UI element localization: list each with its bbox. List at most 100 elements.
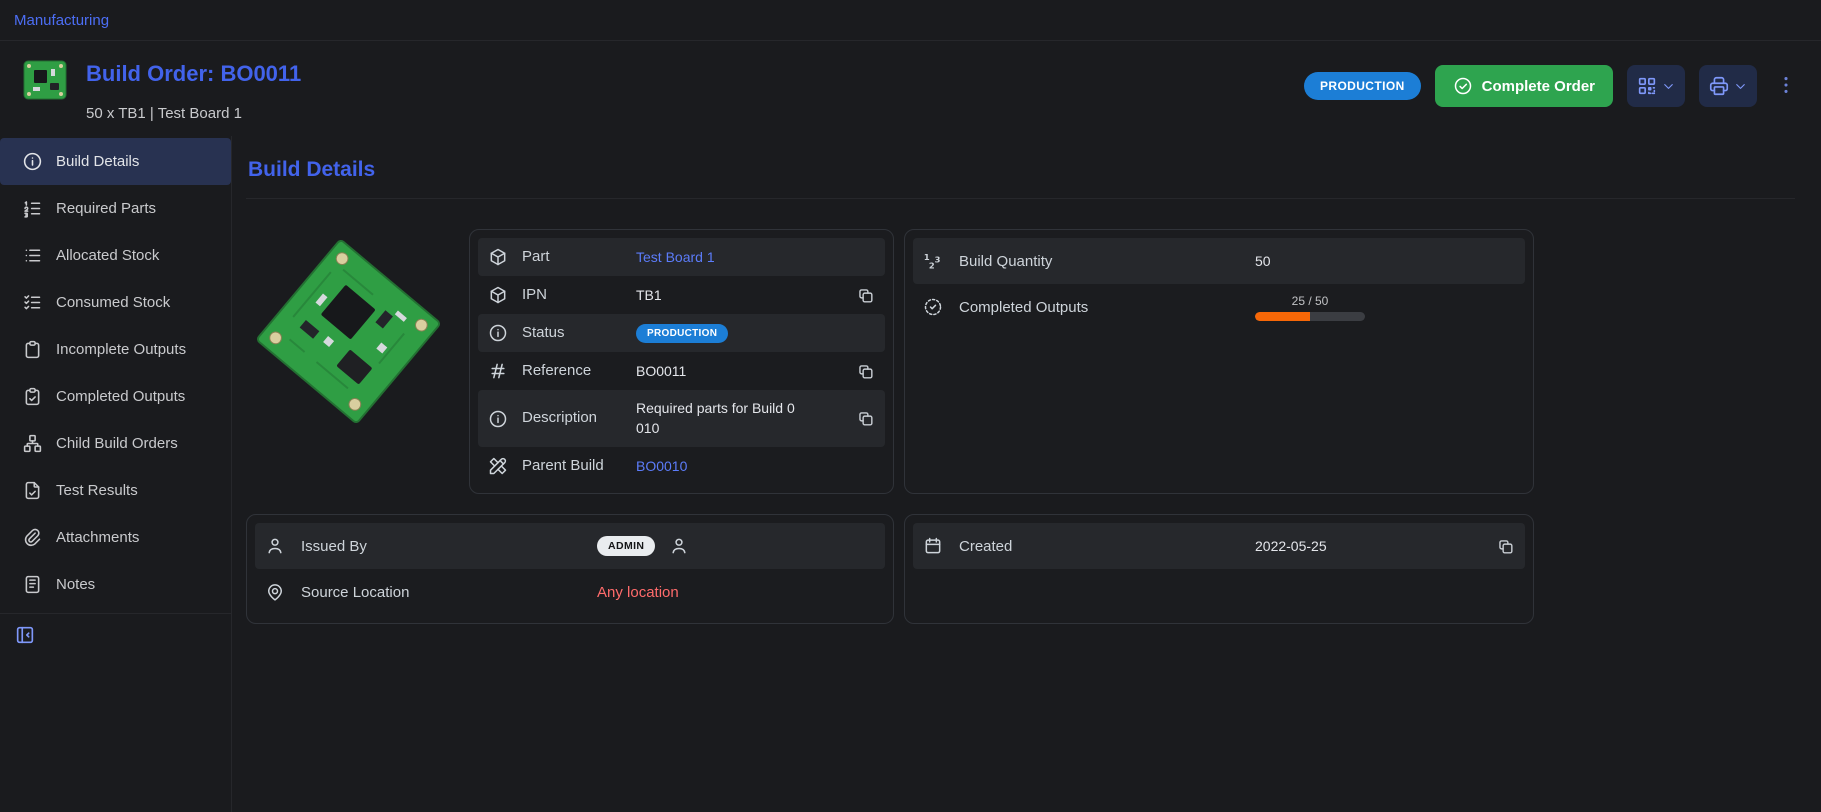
calendar-icon	[923, 536, 943, 556]
hash-icon	[488, 361, 508, 381]
detail-row-ipn: IPN TB1	[478, 276, 885, 314]
completed-outputs-row: Completed Outputs 25 / 50	[913, 284, 1525, 330]
qr-code-icon	[1636, 75, 1658, 97]
heading-divider	[246, 198, 1795, 199]
sidebar-item-notes[interactable]: Notes	[0, 561, 231, 608]
sidebar-item-label: Required Parts	[56, 200, 156, 217]
list-check-icon	[22, 292, 43, 313]
complete-order-button[interactable]: Complete Order	[1435, 65, 1613, 107]
detail-value: BO0011	[636, 363, 686, 379]
sidebar-item-label: Build Details	[56, 153, 139, 170]
sidebar-collapse-button[interactable]	[14, 624, 36, 649]
part-link[interactable]: Test Board 1	[636, 249, 715, 265]
svg-text:3: 3	[935, 255, 941, 265]
build-quantity-row: 1 2 3 Build Quantity 50	[913, 238, 1525, 284]
detail-value: Required parts for Build 0010	[636, 399, 796, 438]
copy-icon[interactable]	[856, 362, 875, 381]
progress-bar-fill	[1255, 312, 1310, 321]
sidebar-item-label: Completed Outputs	[56, 388, 185, 405]
quantity-panel: 1 2 3 Build Quantity 50 Completed Output…	[904, 229, 1534, 494]
numbers-123-icon: 1 2 3	[923, 251, 943, 271]
detail-value: 50	[1255, 253, 1271, 269]
chevron-down-icon	[1661, 79, 1676, 94]
panel-collapse-icon	[14, 624, 36, 646]
copy-icon[interactable]	[1496, 537, 1515, 556]
printer-icon	[1708, 75, 1730, 97]
breadcrumb-link-manufacturing[interactable]: Manufacturing	[14, 12, 109, 29]
status-badge: PRODUCTION	[1304, 72, 1421, 100]
page-subtitle: 50 x TB1 | Test Board 1	[86, 105, 301, 122]
sidebar-item-attachments[interactable]: Attachments	[0, 514, 231, 561]
main-panel: Build Details	[232, 136, 1821, 812]
created-panel: Created 2022-05-25	[904, 514, 1534, 624]
detail-row-part: Part Test Board 1	[478, 238, 885, 276]
info-circle-icon	[488, 409, 508, 429]
copy-icon[interactable]	[856, 409, 875, 428]
status-badge: PRODUCTION	[636, 324, 728, 343]
page-header: Build Order: BO0011 50 x TB1 | Test Boar…	[0, 41, 1821, 136]
details-section: Part Test Board 1 IPN TB1	[246, 229, 894, 494]
sidebar-item-consumed-stock[interactable]: Consumed Stock	[0, 279, 231, 326]
pcb-thumb-icon	[22, 57, 68, 103]
progress-bar	[1255, 312, 1365, 321]
detail-row-status: Status PRODUCTION	[478, 314, 885, 352]
detail-label: Completed Outputs	[959, 299, 1239, 316]
parent-build-link[interactable]: BO0010	[636, 458, 687, 474]
print-actions-button[interactable]	[1699, 65, 1757, 107]
detail-label: Issued By	[301, 538, 581, 555]
breadcrumb: Manufacturing	[0, 0, 1821, 41]
completed-progress: 25 / 50	[1255, 294, 1365, 321]
clipboard-check-icon	[22, 386, 43, 407]
list-numbers-icon	[22, 198, 43, 219]
page-title: Build Order: BO0011	[86, 61, 301, 87]
package-icon	[488, 285, 508, 305]
sidebar-item-label: Incomplete Outputs	[56, 341, 186, 358]
sidebar-item-label: Attachments	[56, 529, 139, 546]
issued-by-row: Issued By ADMIN	[255, 523, 885, 569]
part-image[interactable]	[246, 229, 451, 434]
sidebar-item-completed-outputs[interactable]: Completed Outputs	[0, 373, 231, 420]
sidebar-item-required-parts[interactable]: Required Parts	[0, 185, 231, 232]
part-thumbnail-image[interactable]	[22, 57, 68, 103]
detail-row-reference: Reference BO0011	[478, 352, 885, 390]
detail-label: Reference	[522, 362, 622, 381]
sidebar-item-test-results[interactable]: Test Results	[0, 467, 231, 514]
sidebar-item-label: Child Build Orders	[56, 435, 178, 452]
progress-check-icon	[923, 297, 943, 317]
copy-icon[interactable]	[856, 286, 875, 305]
overflow-menu-button[interactable]	[1773, 72, 1799, 101]
sidebar-item-child-build-orders[interactable]: Child Build Orders	[0, 420, 231, 467]
detail-label: Created	[959, 538, 1239, 555]
details-table-panel: Part Test Board 1 IPN TB1	[469, 229, 894, 494]
detail-label: Description	[522, 409, 622, 428]
sidebar-item-incomplete-outputs[interactable]: Incomplete Outputs	[0, 326, 231, 373]
sidebar-footer	[0, 613, 231, 650]
file-check-icon	[22, 480, 43, 501]
tools-icon	[488, 456, 508, 476]
detail-label: Build Quantity	[959, 253, 1239, 270]
info-circle-icon	[488, 323, 508, 343]
sidebar-item-allocated-stock[interactable]: Allocated Stock	[0, 232, 231, 279]
sidebar-item-build-details[interactable]: Build Details	[0, 138, 231, 185]
detail-row-description: Description Required parts for Build 001…	[478, 390, 885, 447]
issued-panel: Issued By ADMIN Source Location	[246, 514, 894, 624]
info-circle-icon	[22, 151, 43, 172]
clipboard-icon	[22, 339, 43, 360]
detail-label: IPN	[522, 286, 622, 305]
created-row: Created 2022-05-25	[913, 523, 1525, 569]
dots-vertical-icon	[1775, 74, 1797, 96]
pcb-board-image	[246, 229, 451, 434]
sidebar-item-label: Test Results	[56, 482, 138, 499]
build-order-page: Manufacturing Build Order: BO0011	[0, 0, 1821, 812]
user-icon	[265, 536, 285, 556]
detail-label: Source Location	[301, 584, 581, 601]
content-row: Build Details Required Parts Allocated S…	[0, 136, 1821, 812]
paperclip-icon	[22, 527, 43, 548]
build-details-grid: Part Test Board 1 IPN TB1	[246, 229, 1795, 624]
sidebar-item-label: Notes	[56, 576, 95, 593]
created-value: 2022-05-25	[1255, 538, 1327, 554]
barcode-actions-button[interactable]	[1627, 65, 1685, 107]
detail-value: TB1	[636, 287, 662, 303]
detail-label: Status	[522, 324, 622, 343]
circle-check-icon	[1453, 76, 1473, 96]
